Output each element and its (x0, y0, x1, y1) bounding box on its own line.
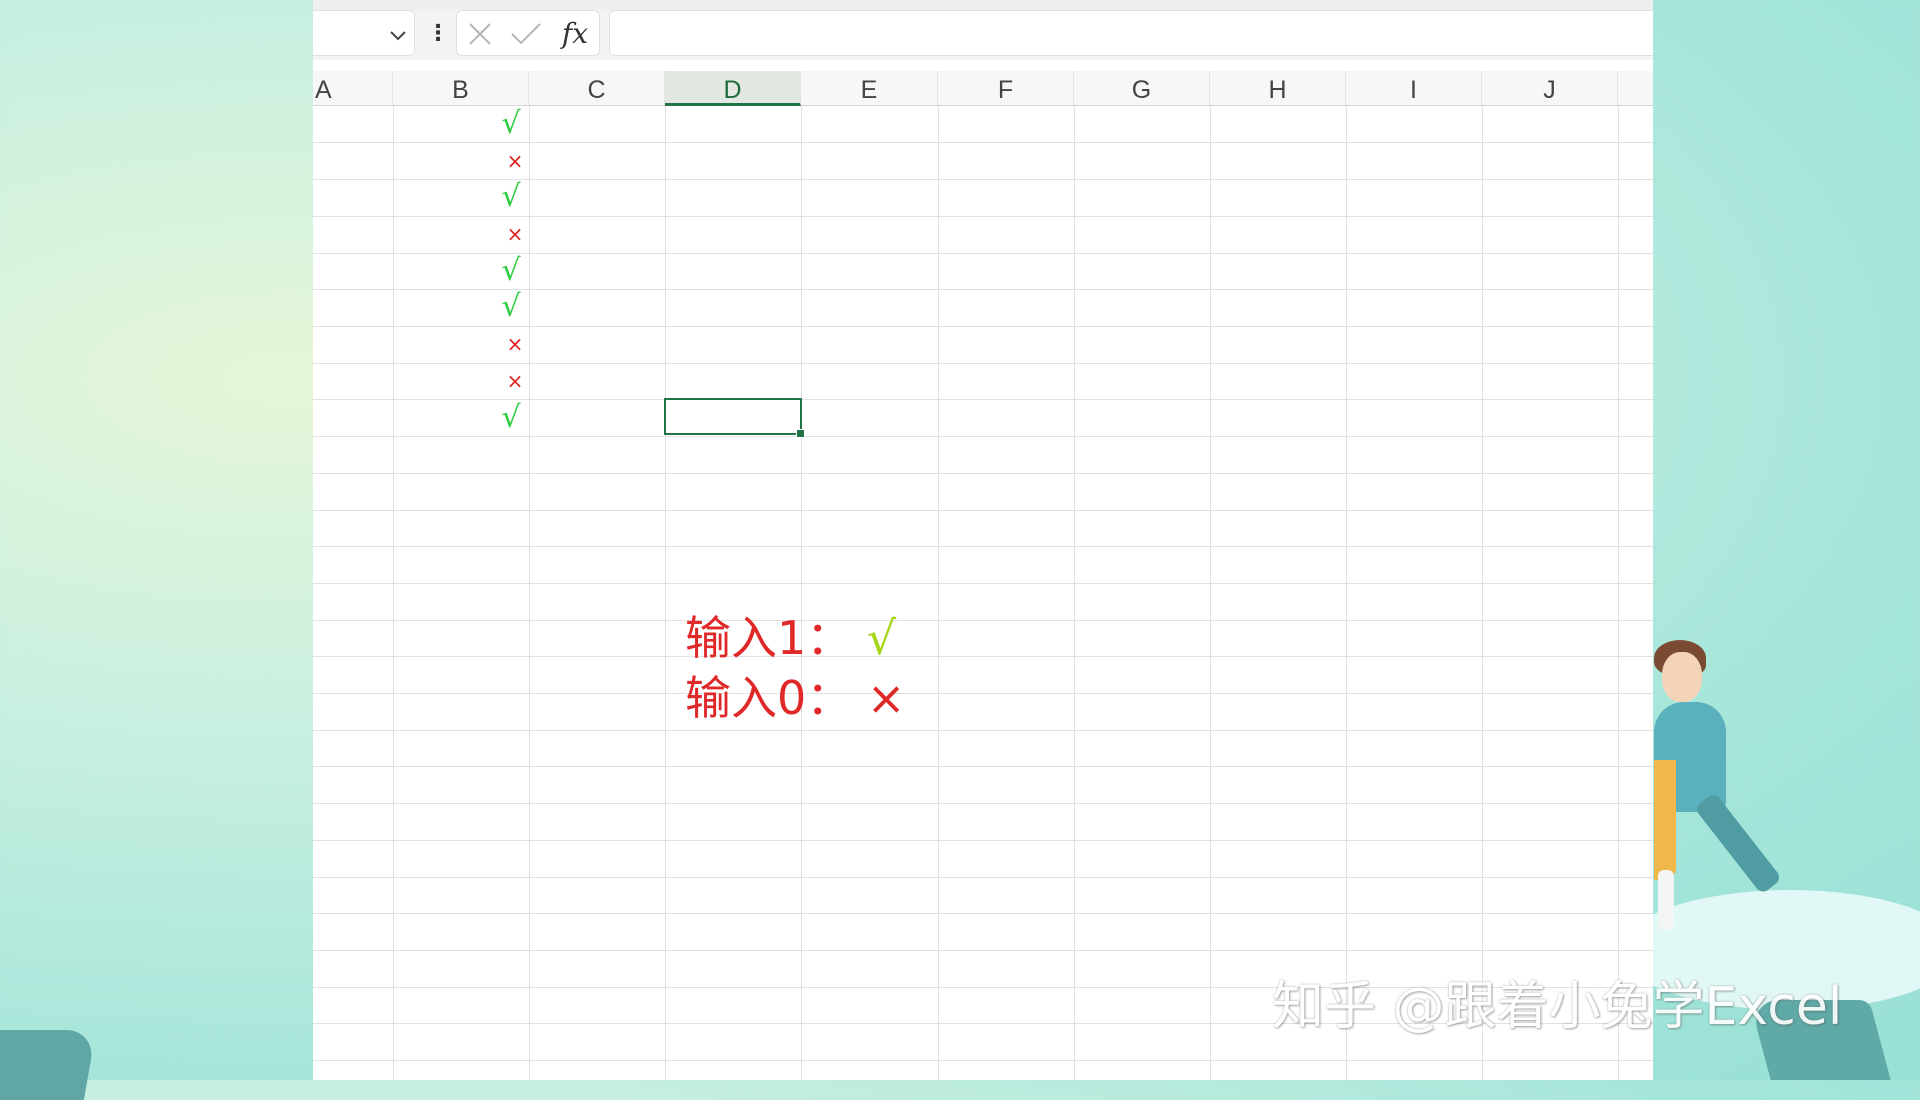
grid-line (313, 803, 1653, 804)
character-illustration (1654, 640, 1794, 940)
watermark-text: 知乎 @跟着小兔学Excel (1272, 977, 1843, 1037)
enter-check-icon[interactable] (509, 19, 543, 49)
note-check-symbol: √ (866, 611, 897, 665)
character-leg (1694, 791, 1783, 895)
cell-b8-cross[interactable]: × (495, 363, 535, 399)
cell-b1-check[interactable]: √ (491, 106, 531, 142)
column-header-d[interactable]: D (665, 71, 801, 106)
formula-input[interactable] (609, 10, 1653, 56)
grid-line (313, 913, 1653, 914)
note-line-1: 输入1： √ (685, 608, 896, 668)
grid-line (313, 656, 1653, 657)
cell-b5-check[interactable]: √ (491, 253, 531, 289)
column-header-i[interactable]: I (1346, 71, 1482, 105)
formula-bar: ⋮ fx (313, 10, 1653, 60)
column-header-j[interactable]: J (1482, 71, 1618, 105)
note-line-2-text: 输入0： (685, 671, 853, 725)
character-head (1662, 652, 1702, 702)
cell-grid[interactable]: √ × √ × √ √ × × √ 输入1： √ 输入0： × (313, 106, 1653, 1080)
chevron-down-icon[interactable] (388, 25, 408, 45)
grid-line (313, 546, 1653, 547)
column-header-g[interactable]: G (1074, 71, 1210, 105)
column-header-e[interactable]: E (801, 71, 938, 105)
spreadsheet-window: ⋮ fx A B C D E F G H I J √ × √ × √ √ × ×… (313, 0, 1653, 1080)
cell-b3-check[interactable]: √ (491, 179, 531, 215)
grid-line (313, 766, 1653, 767)
column-header-row: A B C D E F G H I J (313, 71, 1653, 106)
grid-line (313, 877, 1653, 878)
grid-line (313, 950, 1653, 951)
cell-b6-check[interactable]: √ (491, 289, 531, 325)
cell-b4-cross[interactable]: × (495, 216, 535, 252)
grid-line (313, 730, 1653, 731)
grid-line (313, 1060, 1653, 1061)
column-header-c[interactable]: C (529, 71, 665, 105)
note-line-1-text: 输入1： (685, 611, 853, 665)
note-cross-symbol: × (866, 671, 906, 725)
grid-line (313, 620, 1653, 621)
fill-handle[interactable] (796, 429, 805, 438)
column-header-a[interactable]: A (313, 71, 393, 105)
grid-line (313, 436, 1653, 437)
character-leg-2 (1658, 870, 1674, 930)
grid-line (313, 510, 1653, 511)
note-line-2: 输入0： × (685, 668, 905, 728)
top-strip (313, 0, 1653, 10)
grid-line (313, 583, 1653, 584)
formula-controls: fx (456, 10, 600, 56)
cancel-icon[interactable] (465, 19, 495, 49)
character-skirt (1654, 760, 1676, 880)
name-box[interactable] (313, 10, 415, 56)
cell-b2-cross[interactable]: × (495, 143, 535, 179)
more-options-icon[interactable]: ⋮ (427, 20, 449, 46)
column-header-h[interactable]: H (1210, 71, 1346, 105)
column-header-b[interactable]: B (393, 71, 529, 105)
column-header-f[interactable]: F (938, 71, 1074, 105)
insert-function-icon[interactable]: fx (557, 17, 593, 51)
grid-line (313, 840, 1653, 841)
cell-b7-cross[interactable]: × (495, 326, 535, 362)
cell-b9-check[interactable]: √ (491, 400, 531, 436)
background-rock-left (0, 1030, 97, 1100)
selected-cell-d9[interactable] (664, 398, 805, 438)
grid-line (313, 473, 1653, 474)
grid-line (313, 693, 1653, 694)
